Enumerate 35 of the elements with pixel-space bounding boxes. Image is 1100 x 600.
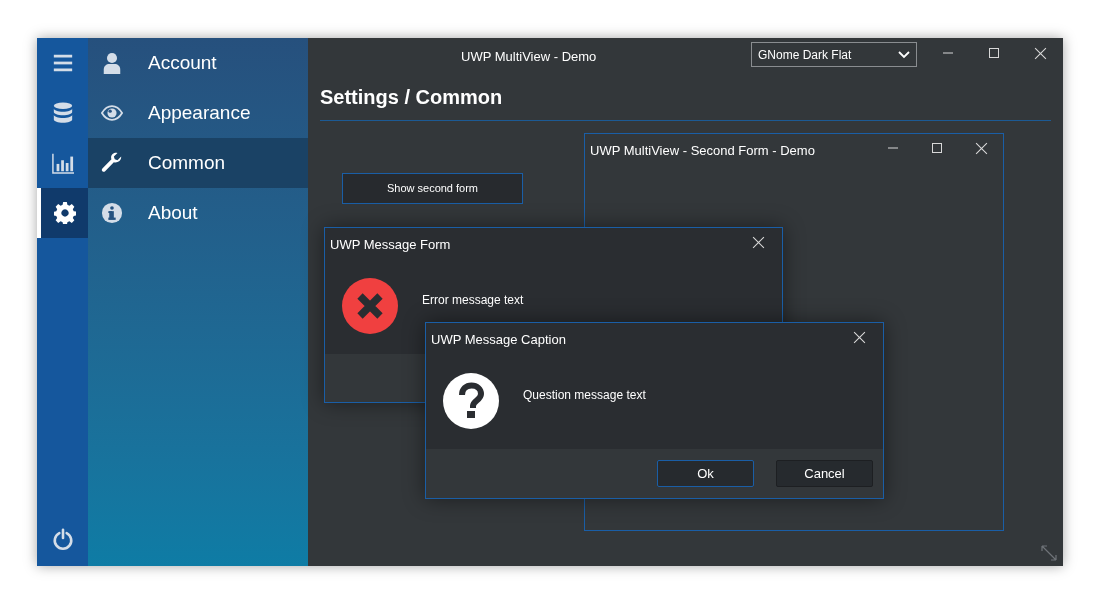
nav-item[interactable]: Appearance (88, 88, 308, 138)
eye-icon (101, 102, 123, 124)
question-icon (443, 373, 499, 429)
nav-item[interactable]: Common (88, 138, 308, 188)
close-icon (751, 235, 765, 249)
dialog-title: UWP Message Caption (431, 331, 566, 349)
maximize-icon (988, 47, 1000, 59)
nav-item[interactable]: About (88, 188, 308, 238)
cancel-button[interactable]: Cancel (776, 460, 873, 487)
chevron-down-icon (898, 50, 910, 59)
menu-icon (51, 52, 74, 74)
close-icon (852, 330, 866, 344)
rail-button[interactable] (37, 188, 88, 238)
database-icon (51, 102, 74, 124)
gear-icon (53, 202, 76, 224)
error-icon (342, 278, 398, 334)
maximize-icon (931, 142, 943, 154)
bar-chart-icon (51, 152, 74, 174)
user-icon (101, 52, 123, 74)
resize-grip-icon (1040, 544, 1058, 562)
message-text: Question message text (523, 387, 646, 404)
page-heading: Settings / Common (320, 85, 504, 110)
close-icon (1033, 46, 1047, 60)
wrench-icon (101, 152, 123, 174)
window-title: UWP MultiView - Second Form - Demo (590, 142, 815, 160)
show-second-form-button[interactable]: Show second form (342, 173, 523, 204)
window-title: UWP MultiView - Demo (461, 48, 597, 66)
power-icon (51, 528, 74, 550)
nav-item[interactable]: Account (88, 38, 308, 88)
close-icon (974, 141, 988, 155)
dialog-title: UWP Message Form (330, 236, 451, 254)
ok-button[interactable]: Ok (657, 460, 754, 487)
info-icon (101, 202, 123, 224)
theme-dropdown[interactable]: GNome Dark Flat (751, 42, 917, 67)
message-text: Error message text (422, 292, 524, 309)
